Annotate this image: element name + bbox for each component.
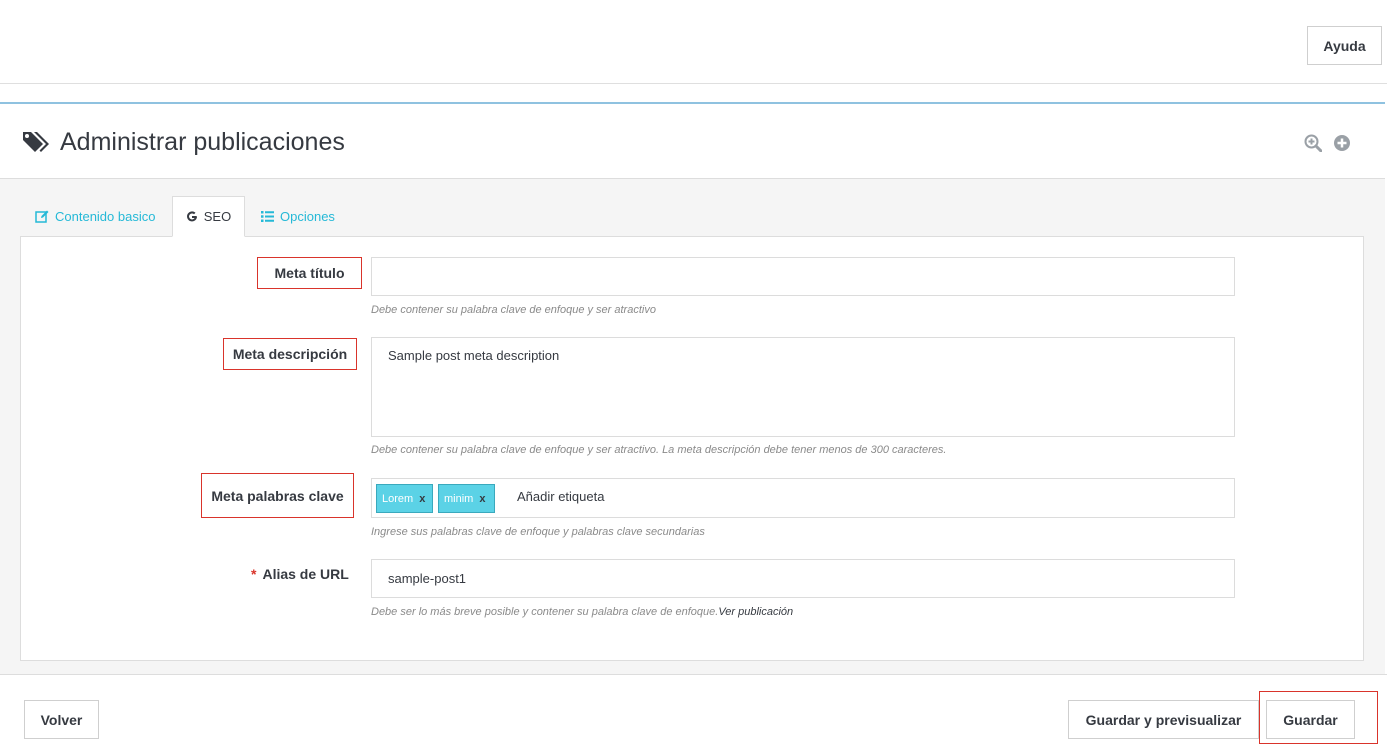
keyword-tag-label: minim xyxy=(444,492,474,505)
save-and-preview-button[interactable]: Guardar y previsualizar xyxy=(1068,700,1259,739)
edit-icon xyxy=(35,210,49,223)
tab-seo[interactable]: SEO xyxy=(172,196,245,237)
save-button[interactable]: Guardar xyxy=(1266,700,1355,739)
meta-description-label: Meta descripción xyxy=(223,338,357,370)
tab-label: Opciones xyxy=(280,209,335,224)
tag-icon xyxy=(23,132,49,152)
meta-description-hint: Debe contener su palabra clave de enfoqu… xyxy=(371,444,947,456)
tab-label: SEO xyxy=(203,209,232,224)
zoom-in-icon[interactable] xyxy=(1304,134,1322,152)
url-alias-label-text: Alias de URL xyxy=(262,566,349,582)
url-alias-input[interactable] xyxy=(371,559,1235,598)
meta-description-textarea[interactable]: Sample post meta description xyxy=(371,337,1235,437)
top-bar: Ayuda xyxy=(0,0,1387,84)
meta-title-input[interactable] xyxy=(371,257,1235,296)
keyword-tag-label: Lorem xyxy=(382,492,414,505)
meta-keywords-label: Meta palabras clave xyxy=(201,473,354,518)
keyword-tag: minim x xyxy=(438,484,495,513)
tab-contenido-basico[interactable]: Contenido basico xyxy=(35,196,155,237)
tab-label: Contenido basico xyxy=(55,209,156,224)
meta-keywords-tag-input[interactable]: Lorem x minim x Añadir etiqueta xyxy=(371,478,1235,518)
url-alias-hint: Debe ser lo más breve posible y contener… xyxy=(371,606,793,618)
meta-title-label: Meta título xyxy=(257,257,362,289)
meta-keywords-hint: Ingrese sus palabras clave de enfoque y … xyxy=(371,526,705,538)
remove-tag-icon[interactable]: x xyxy=(479,493,485,505)
google-icon xyxy=(186,210,197,221)
manage-posts-panel: Administrar publicaciones Contenido basi… xyxy=(0,102,1385,751)
back-button[interactable]: Volver xyxy=(24,700,99,739)
help-button[interactable]: Ayuda xyxy=(1307,26,1382,65)
url-alias-label: * Alias de URL xyxy=(251,566,349,582)
remove-tag-icon[interactable]: x xyxy=(419,493,425,505)
panel-header: Administrar publicaciones xyxy=(0,104,1385,179)
list-icon xyxy=(261,211,274,222)
meta-title-hint: Debe contener su palabra clave de enfoqu… xyxy=(371,304,656,316)
footer-actions: Volver Guardar y previsualizar Guardar xyxy=(0,674,1387,751)
keyword-tag: Lorem x xyxy=(376,484,433,513)
plus-circle-icon[interactable] xyxy=(1333,134,1351,152)
required-mark: * xyxy=(251,566,257,582)
seo-form: Meta título Debe contener su palabra cla… xyxy=(20,236,1364,661)
page-title: Administrar publicaciones xyxy=(60,128,345,156)
view-post-link[interactable]: Ver publicación xyxy=(718,606,793,618)
tab-opciones[interactable]: Opciones xyxy=(261,196,335,237)
url-alias-hint-text: Debe ser lo más breve posible y contener… xyxy=(371,606,719,618)
add-tag-input[interactable]: Añadir etiqueta xyxy=(517,489,604,504)
